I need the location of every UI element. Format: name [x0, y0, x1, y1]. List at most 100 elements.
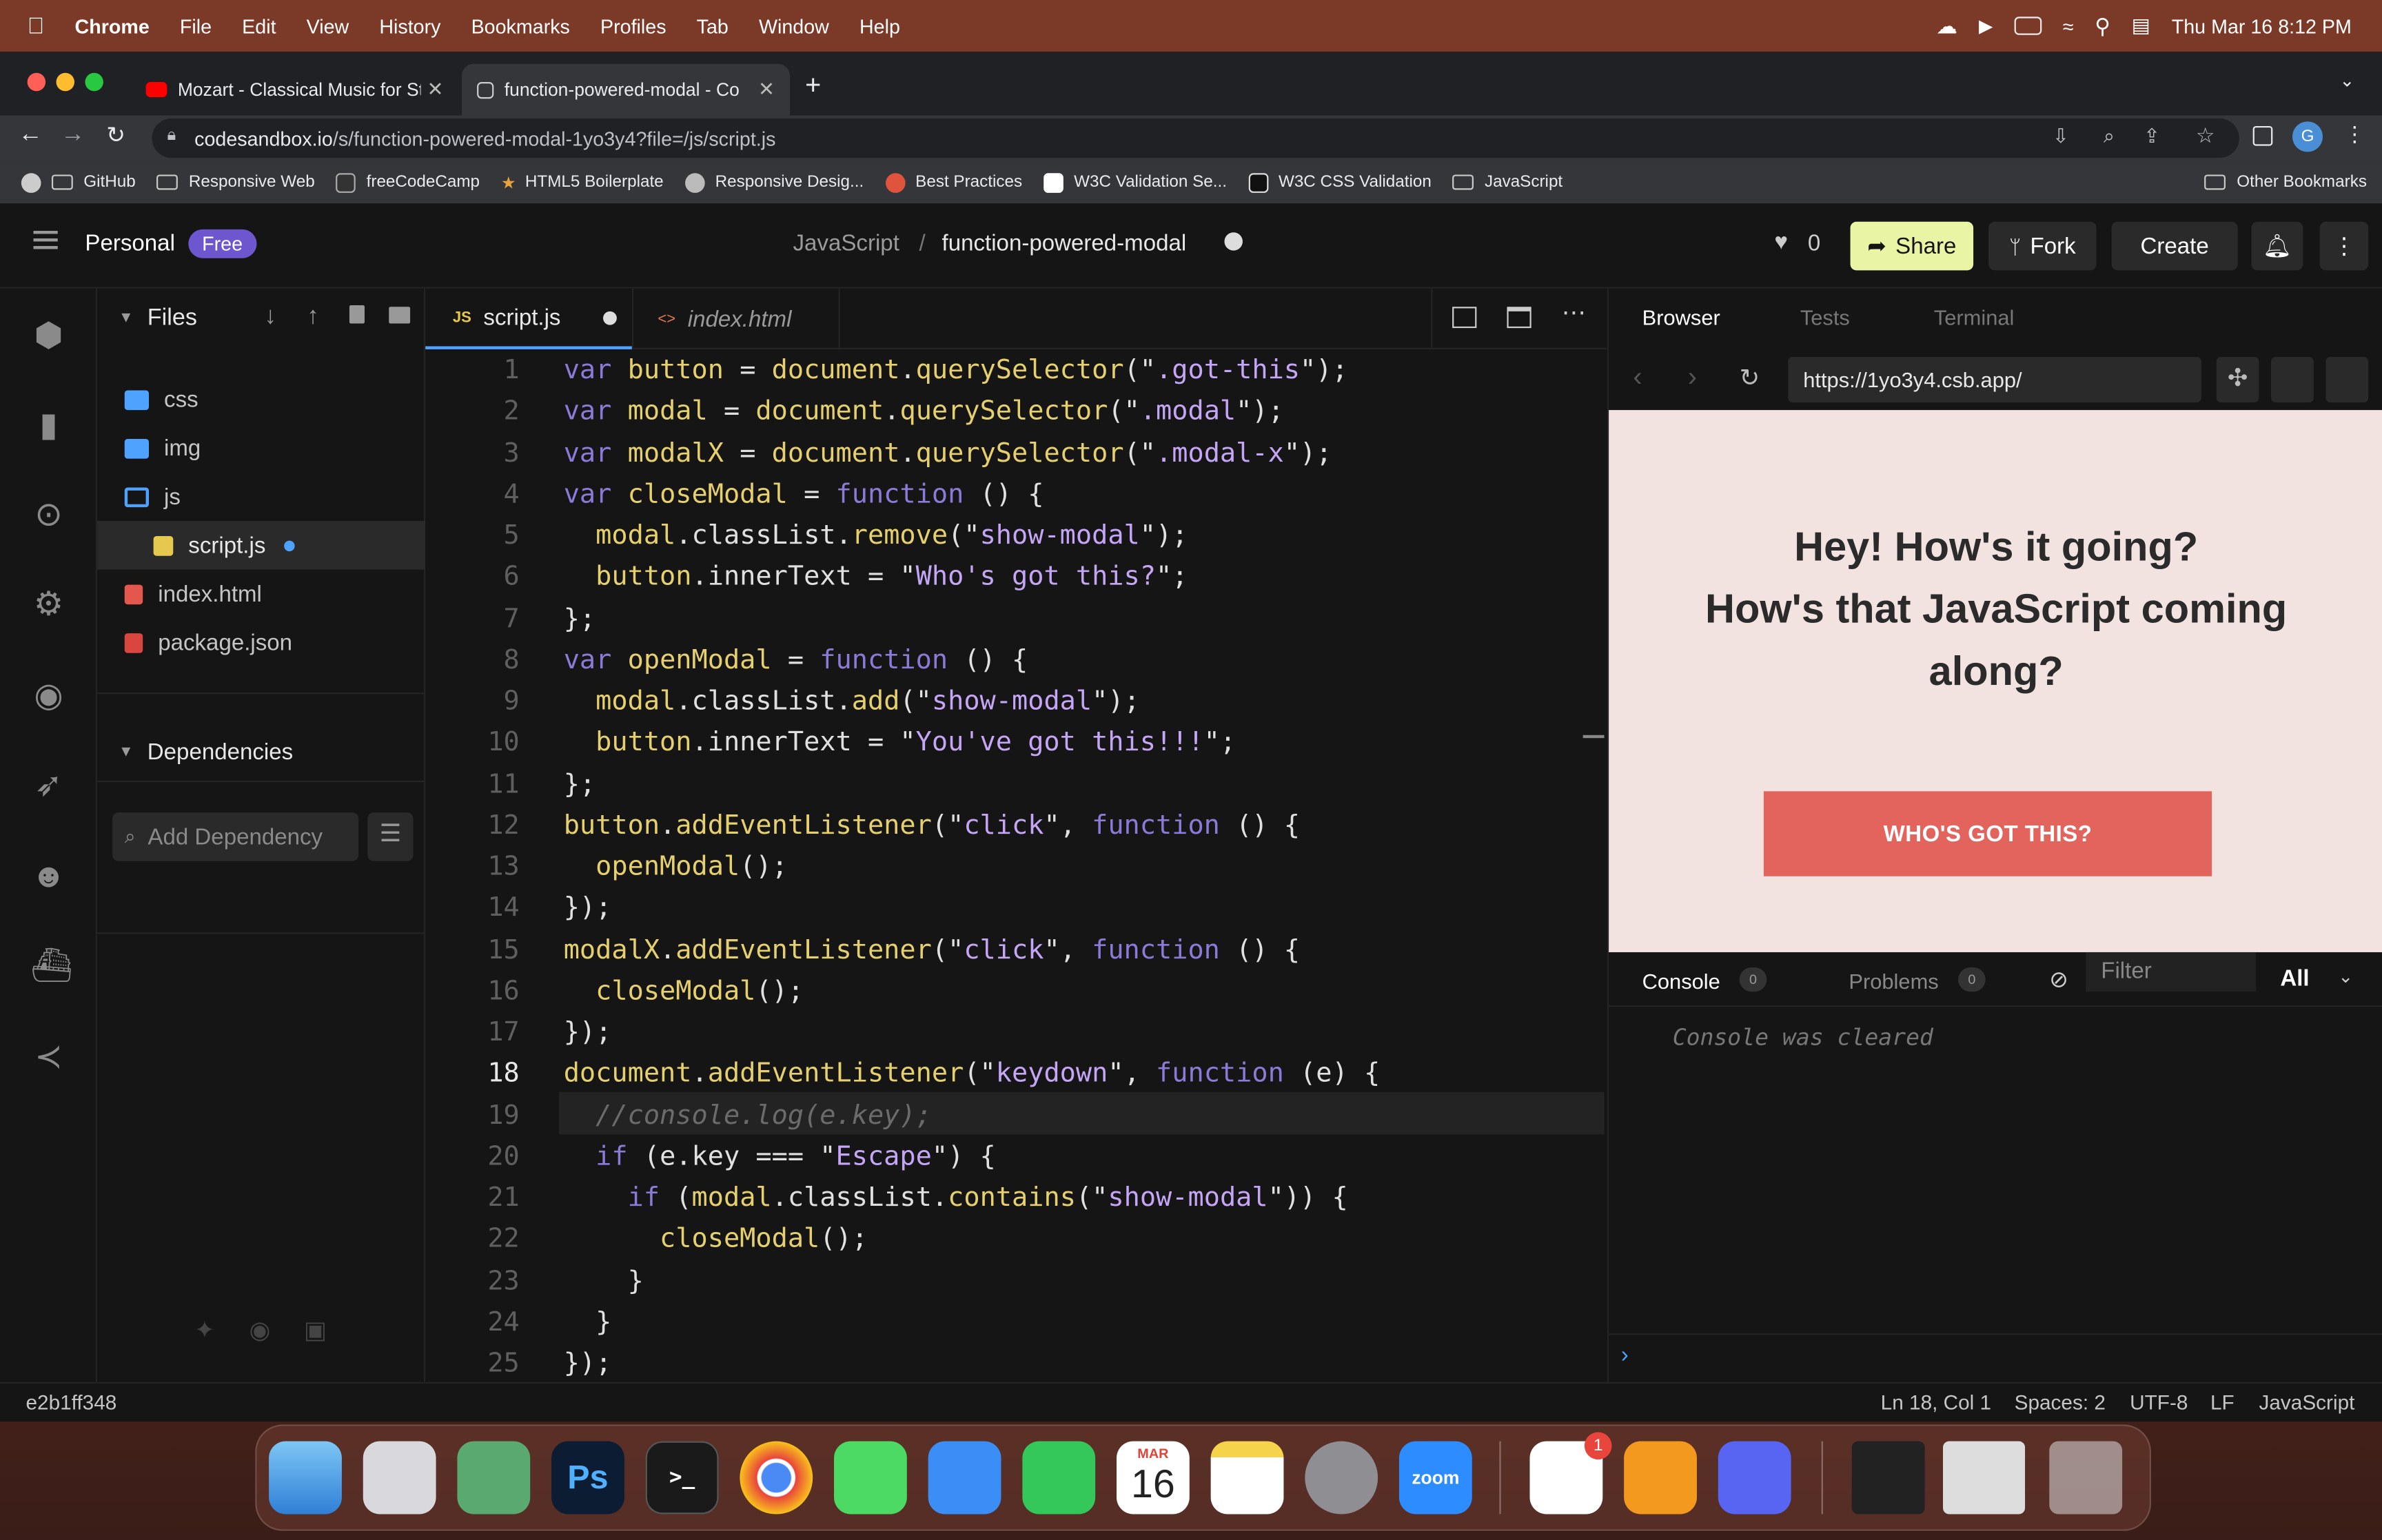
dependency-list-button[interactable]: ☰ [367, 812, 414, 861]
split-editor-icon[interactable] [1452, 307, 1477, 329]
workspace-name[interactable]: Personal [85, 231, 174, 256]
menu-app-name[interactable]: Chrome [75, 14, 150, 37]
preview-forward-icon[interactable]: › [1688, 362, 1697, 393]
encoding[interactable]: UTF-8 [2130, 1391, 2188, 1414]
discord-icon[interactable] [1718, 1441, 1791, 1515]
preview-layout-icon[interactable] [2325, 356, 2369, 403]
more-menu-button[interactable]: ⋮ [2319, 221, 2369, 271]
share-button[interactable]: ➦ Share [1850, 221, 1974, 271]
hamburger-menu-icon[interactable] [33, 231, 58, 234]
bookmark-best-practices[interactable]: Best Practices [885, 172, 1022, 192]
menu-edit[interactable]: Edit [242, 14, 276, 37]
console-filter-input[interactable]: Filter [2086, 952, 2257, 992]
breadcrumb-folder[interactable]: JavaScript [793, 231, 899, 256]
menu-window[interactable]: Window [759, 14, 829, 37]
preview-devtools-icon[interactable]: ✣ [2216, 356, 2259, 403]
open-preview-icon[interactable] [1507, 307, 1531, 329]
menu-file[interactable]: File [180, 14, 212, 37]
plan-badge[interactable]: Free [188, 229, 256, 258]
kebab-menu-icon[interactable]: ⋮ [2344, 121, 2365, 147]
messages-icon[interactable] [834, 1441, 907, 1515]
bookmark-w3c-css-validation[interactable]: W3C CSS Validation [1248, 172, 1432, 192]
explorer-icon[interactable]: ▮ [30, 407, 67, 444]
bookmark-responsive-web[interactable]: Responsive Web [156, 173, 315, 192]
star-icon[interactable]: ☆ [2196, 123, 2215, 149]
live-users-icon[interactable]: ☻ [30, 857, 67, 894]
notifications-button[interactable]: 🔔︎ [2251, 221, 2303, 271]
download-icon[interactable]: ↓ [265, 304, 277, 331]
sidebar-icon[interactable] [2252, 125, 2273, 146]
bookmark-responsive-design[interactable]: Responsive Desig... [684, 172, 864, 192]
search-icon[interactable]: ⊙ [30, 496, 67, 533]
tab-codesandbox[interactable]: function-powered-modal - Co ✕ [462, 63, 791, 116]
zoom-icon[interactable]: zoom [1398, 1441, 1472, 1515]
clock[interactable]: Thu Mar 16 8:12 PM [2172, 14, 2352, 37]
cloud-icon[interactable]: ☁ [1936, 13, 1957, 39]
settings-gear-icon[interactable]: ⚙ [30, 586, 67, 623]
sandbox-name[interactable]: function-powered-modal [942, 231, 1187, 256]
twitter-icon[interactable]: ✦ [194, 1315, 215, 1346]
menu-profiles[interactable]: Profiles [600, 14, 666, 37]
photoshop-icon[interactable]: Ps [551, 1441, 624, 1515]
upload-icon[interactable]: ↑ [307, 304, 319, 331]
preview-tab-terminal[interactable]: Terminal [1934, 305, 2015, 329]
whos-got-this-button[interactable]: WHO'S GOT THIS? [1763, 791, 2212, 876]
new-folder-icon[interactable] [389, 307, 411, 324]
forward-icon[interactable]: → [61, 121, 85, 149]
line-ending[interactable]: LF [2210, 1391, 2235, 1414]
battery-icon[interactable] [2014, 17, 2042, 35]
terminal-icon[interactable]: >_ [645, 1441, 719, 1515]
chrome-icon[interactable] [740, 1441, 813, 1515]
cursor-position[interactable]: Ln 18, Col 1 [1881, 1391, 1991, 1414]
profile-avatar[interactable]: G [2292, 121, 2323, 152]
file-item-img[interactable]: img [97, 424, 425, 473]
atom-icon[interactable] [457, 1441, 531, 1515]
deploy-rocket-icon[interactable]: ➶ [30, 766, 67, 803]
bookmark-javascript[interactable]: JavaScript [1452, 173, 1562, 192]
console-prompt[interactable]: › [1621, 1342, 1629, 1368]
problems-tab[interactable]: Problems [1849, 969, 1938, 993]
reload-icon[interactable]: ↻ [106, 121, 125, 149]
collapse-files-icon[interactable]: ▼ [119, 310, 134, 327]
close-tab-icon[interactable]: ✕ [427, 77, 444, 101]
wifi-icon[interactable]: ≈ [2063, 14, 2074, 37]
apple-icon[interactable]:  [28, 13, 45, 39]
new-tab-icon[interactable]: + [805, 70, 821, 101]
menu-bookmarks[interactable]: Bookmarks [471, 14, 570, 37]
maximize-window-icon[interactable] [85, 72, 103, 92]
bookmark-github[interactable]: GitHub [51, 173, 136, 192]
back-icon[interactable]: ← [18, 121, 42, 149]
clear-console-icon[interactable]: ⊘ [2049, 966, 2068, 993]
minimized-window-icon[interactable] [1943, 1441, 2026, 1515]
bookmark-freecodecamp[interactable]: freeCodeCamp [336, 172, 480, 192]
add-dependency-input[interactable]: ⌕ Add Dependency [112, 812, 359, 861]
tab-search-icon[interactable]: ⌄ [2339, 70, 2354, 91]
books-icon[interactable] [1624, 1441, 1697, 1515]
docker-icon[interactable]: ⛴ [30, 947, 73, 984]
file-item-js[interactable]: js [97, 472, 425, 521]
bookmark-w3c-validation[interactable]: W3C Validation Se... [1043, 172, 1227, 192]
zoom-icon[interactable]: ⌕ [2104, 125, 2115, 149]
menu-tab[interactable]: Tab [697, 14, 729, 37]
file-item-css[interactable]: css [97, 375, 425, 424]
new-file-icon[interactable] [349, 305, 365, 324]
file-item-script-js[interactable]: script.js [97, 521, 426, 570]
editor-tab-index-html[interactable]: <> index.html [631, 288, 840, 349]
menu-view[interactable]: View [307, 14, 349, 37]
create-button[interactable]: Create [2111, 221, 2238, 271]
preview-reload-icon[interactable]: ↻ [1740, 363, 1760, 393]
minimize-window-icon[interactable] [56, 72, 75, 92]
vscode-icon[interactable]: ≺ [30, 1038, 67, 1076]
facetime-icon[interactable] [1022, 1441, 1096, 1515]
close-tab-icon[interactable]: ✕ [758, 77, 775, 101]
file-item-package-json[interactable]: package.json [97, 618, 425, 667]
indentation[interactable]: Spaces: 2 [2015, 1391, 2106, 1414]
open-new-window-icon[interactable] [2271, 356, 2314, 403]
lock-icon[interactable]: 🔒︎ [167, 126, 176, 146]
dependencies-title[interactable]: Dependencies [147, 739, 293, 765]
share-icon[interactable]: ⇪ [2144, 125, 2160, 149]
github-icon[interactable]: ◉ [30, 677, 67, 714]
control-center-icon[interactable]: ▤ [2132, 14, 2150, 38]
scrollbar-marker[interactable] [1582, 735, 1605, 739]
minimized-window-icon[interactable] [1851, 1441, 1925, 1515]
